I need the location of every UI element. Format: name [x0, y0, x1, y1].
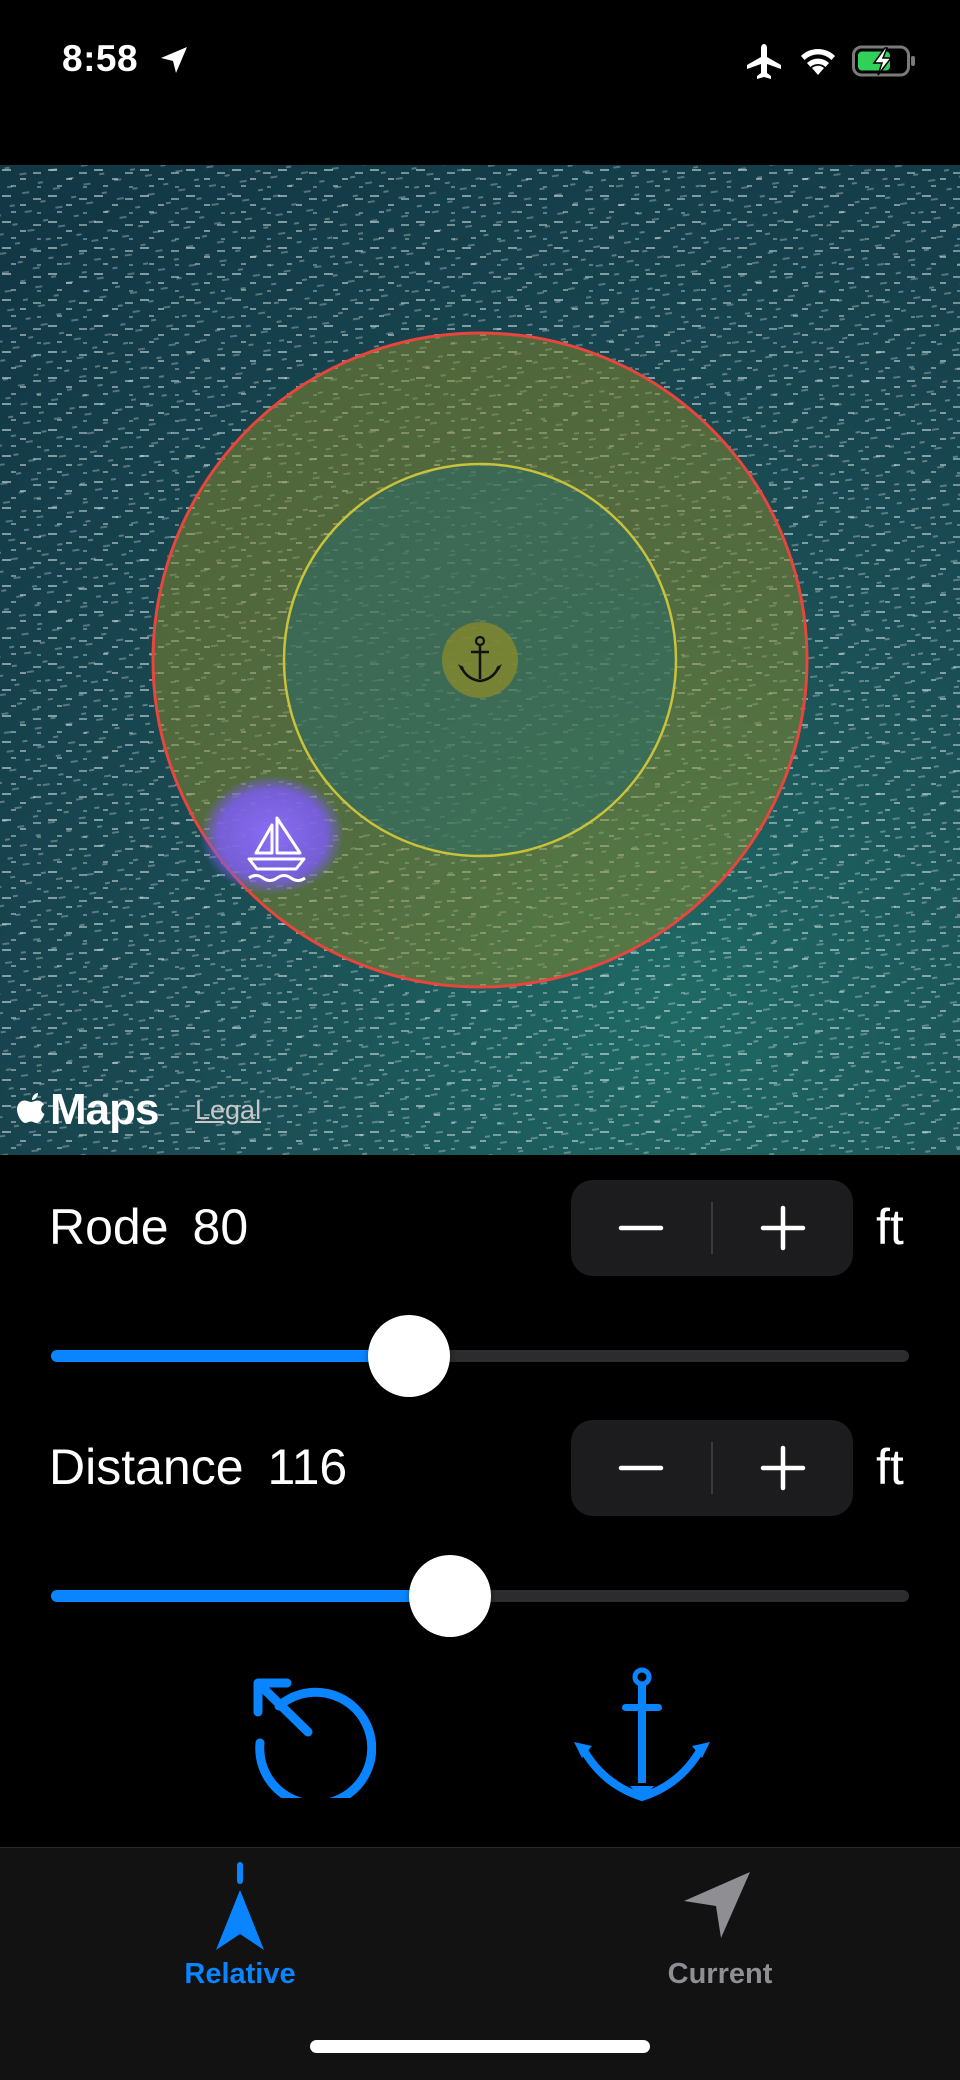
legal-link[interactable]: Legal — [195, 1095, 261, 1126]
battery-charging-icon — [852, 45, 915, 77]
distance-label: Distance — [49, 1439, 244, 1495]
drop-anchor-icon[interactable] — [572, 1662, 712, 1802]
airplane-mode-icon — [747, 44, 781, 79]
distance-slider[interactable] — [51, 1555, 909, 1637]
plus-icon — [760, 1205, 806, 1251]
distance-slider-fill — [51, 1590, 450, 1602]
location-arrow-icon — [161, 47, 187, 73]
anchor-marker-icon[interactable] — [442, 622, 518, 698]
rode-row: Rode 80 — [49, 1198, 248, 1256]
rode-stepper[interactable] — [571, 1180, 853, 1276]
status-time: 8:58 — [62, 38, 139, 79]
rode-slider[interactable] — [51, 1315, 909, 1397]
minus-icon — [618, 1465, 664, 1471]
rode-increment-button[interactable] — [713, 1180, 853, 1276]
tab-relative-label: Relative — [184, 1958, 296, 1990]
distance-unit: ft — [876, 1439, 904, 1495]
apple-logo-icon — [17, 1093, 45, 1123]
maps-attribution: Maps — [50, 1085, 159, 1134]
relative-arrow-icon — [216, 1862, 264, 1950]
tab-current[interactable]: Current — [480, 1848, 960, 2028]
distance-row: Distance 116 — [49, 1438, 347, 1496]
current-location-icon — [684, 1872, 750, 1938]
status-bar — [0, 0, 960, 165]
tab-current-label: Current — [667, 1958, 773, 1990]
wifi-icon — [801, 48, 835, 75]
rode-decrement-button[interactable] — [571, 1180, 711, 1276]
distance-value: 116 — [267, 1439, 348, 1495]
minus-icon — [618, 1225, 664, 1231]
distance-stepper[interactable] — [571, 1420, 853, 1516]
home-indicator — [310, 2040, 650, 2053]
rode-label: Rode — [49, 1199, 169, 1255]
rode-unit: ft — [876, 1199, 904, 1255]
satellite-map[interactable] — [0, 165, 960, 1155]
boat-marker-icon[interactable] — [200, 775, 344, 895]
plus-icon — [760, 1445, 806, 1491]
rode-value: 80 — [192, 1199, 249, 1255]
tab-relative[interactable]: Relative — [0, 1848, 480, 2028]
distance-increment-button[interactable] — [713, 1420, 853, 1516]
map-view[interactable] — [0, 165, 960, 1155]
rode-slider-thumb[interactable] — [368, 1315, 450, 1397]
reset-icon[interactable] — [246, 1668, 376, 1798]
distance-slider-thumb[interactable] — [409, 1555, 491, 1637]
distance-decrement-button[interactable] — [571, 1420, 711, 1516]
rode-slider-fill — [51, 1350, 409, 1362]
